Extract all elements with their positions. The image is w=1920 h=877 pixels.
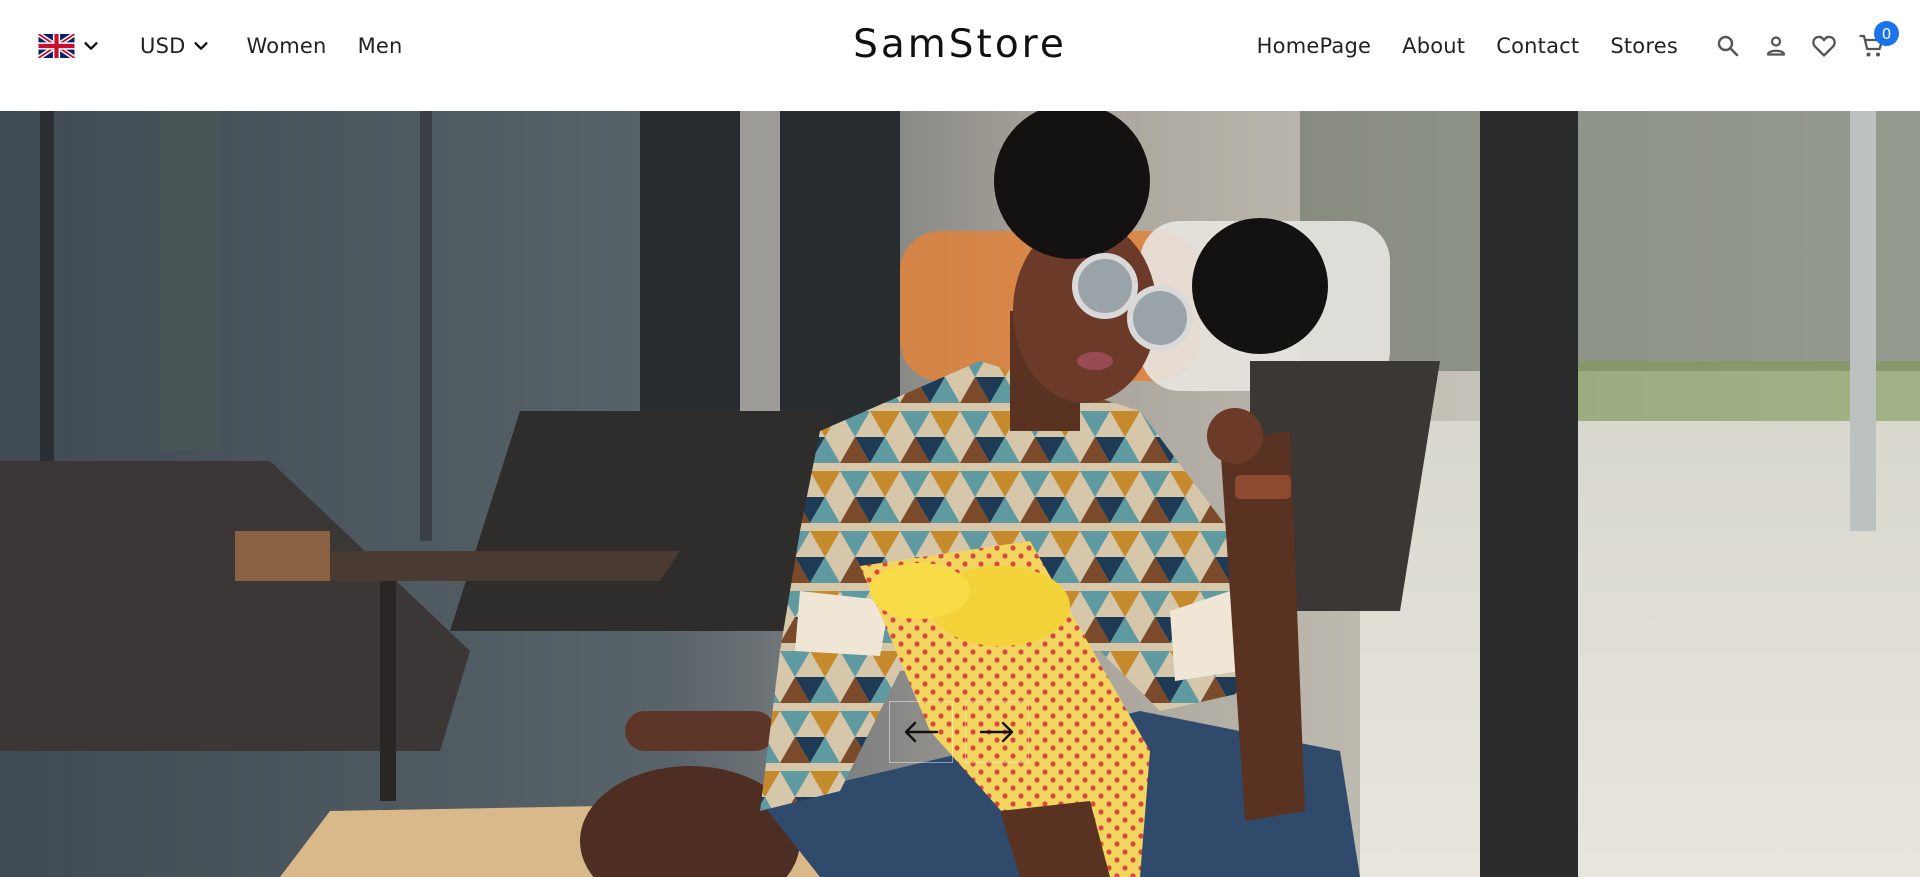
currency-label: USD	[140, 34, 186, 58]
language-selector[interactable]	[38, 34, 100, 58]
nav-link-women[interactable]: Women	[246, 34, 326, 58]
nav-link-men[interactable]: Men	[358, 34, 403, 58]
nav-link-homepage[interactable]: HomePage	[1257, 34, 1371, 58]
nav-link-contact[interactable]: Contact	[1496, 34, 1579, 58]
nav-link-about[interactable]: About	[1402, 34, 1465, 58]
currency-selector[interactable]: USD	[140, 34, 210, 58]
search-button[interactable]	[1714, 32, 1742, 60]
nav-left-group: USD Women Men	[38, 30, 434, 62]
slider-controls	[889, 701, 1029, 763]
user-icon	[1766, 36, 1786, 56]
nav-link-stores[interactable]: Stores	[1610, 34, 1678, 58]
slider-next-button[interactable]	[965, 701, 1029, 763]
brand-logo[interactable]: SamStore	[853, 22, 1067, 67]
heart-icon	[1812, 35, 1836, 57]
uk-flag-icon	[38, 34, 75, 58]
cart-button[interactable]: 0	[1858, 21, 1899, 60]
chevron-down-icon	[194, 42, 209, 50]
account-button[interactable]	[1762, 32, 1790, 60]
cart-count-badge: 0	[1874, 21, 1899, 46]
wishlist-button[interactable]	[1810, 32, 1838, 60]
hero-slider	[0, 111, 1920, 877]
search-icon	[1717, 35, 1739, 57]
chevron-down-icon	[84, 42, 98, 50]
nav-right-group: HomePage About Contact Stores 0	[1257, 21, 1899, 66]
arrow-right-icon	[979, 721, 1014, 743]
arrow-left-icon	[904, 721, 939, 743]
top-navbar: USD Women Men SamStore HomePage About Co…	[0, 0, 1920, 111]
slider-prev-button[interactable]	[889, 701, 953, 763]
